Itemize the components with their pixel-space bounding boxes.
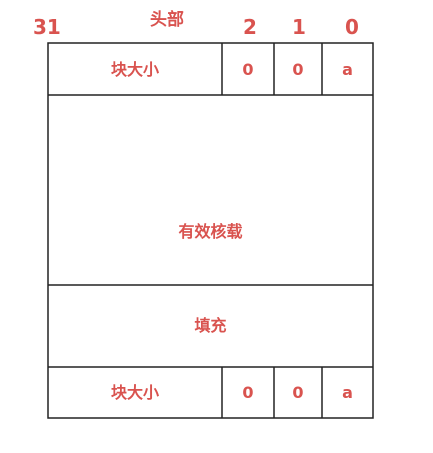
header-size-label: 块大小 bbox=[110, 60, 159, 79]
bit-label-31: 31 bbox=[33, 15, 61, 39]
header-title: 头部 bbox=[150, 10, 184, 30]
bit-label-2: 2 bbox=[243, 15, 257, 39]
footer-bit1-value: 0 bbox=[292, 383, 304, 402]
header-bit1-value: 0 bbox=[292, 60, 304, 79]
bit-label-0: 0 bbox=[345, 15, 359, 39]
footer-size-label: 块大小 bbox=[110, 383, 159, 402]
footer-bit2-value: 0 bbox=[242, 383, 254, 402]
header-alloc-flag: a bbox=[342, 60, 353, 79]
payload-label: 有效核载 bbox=[178, 222, 243, 241]
header-bit2-value: 0 bbox=[242, 60, 254, 79]
bit-label-1: 1 bbox=[292, 15, 306, 39]
footer-alloc-flag: a bbox=[342, 383, 353, 402]
padding-label: 填充 bbox=[194, 316, 227, 335]
